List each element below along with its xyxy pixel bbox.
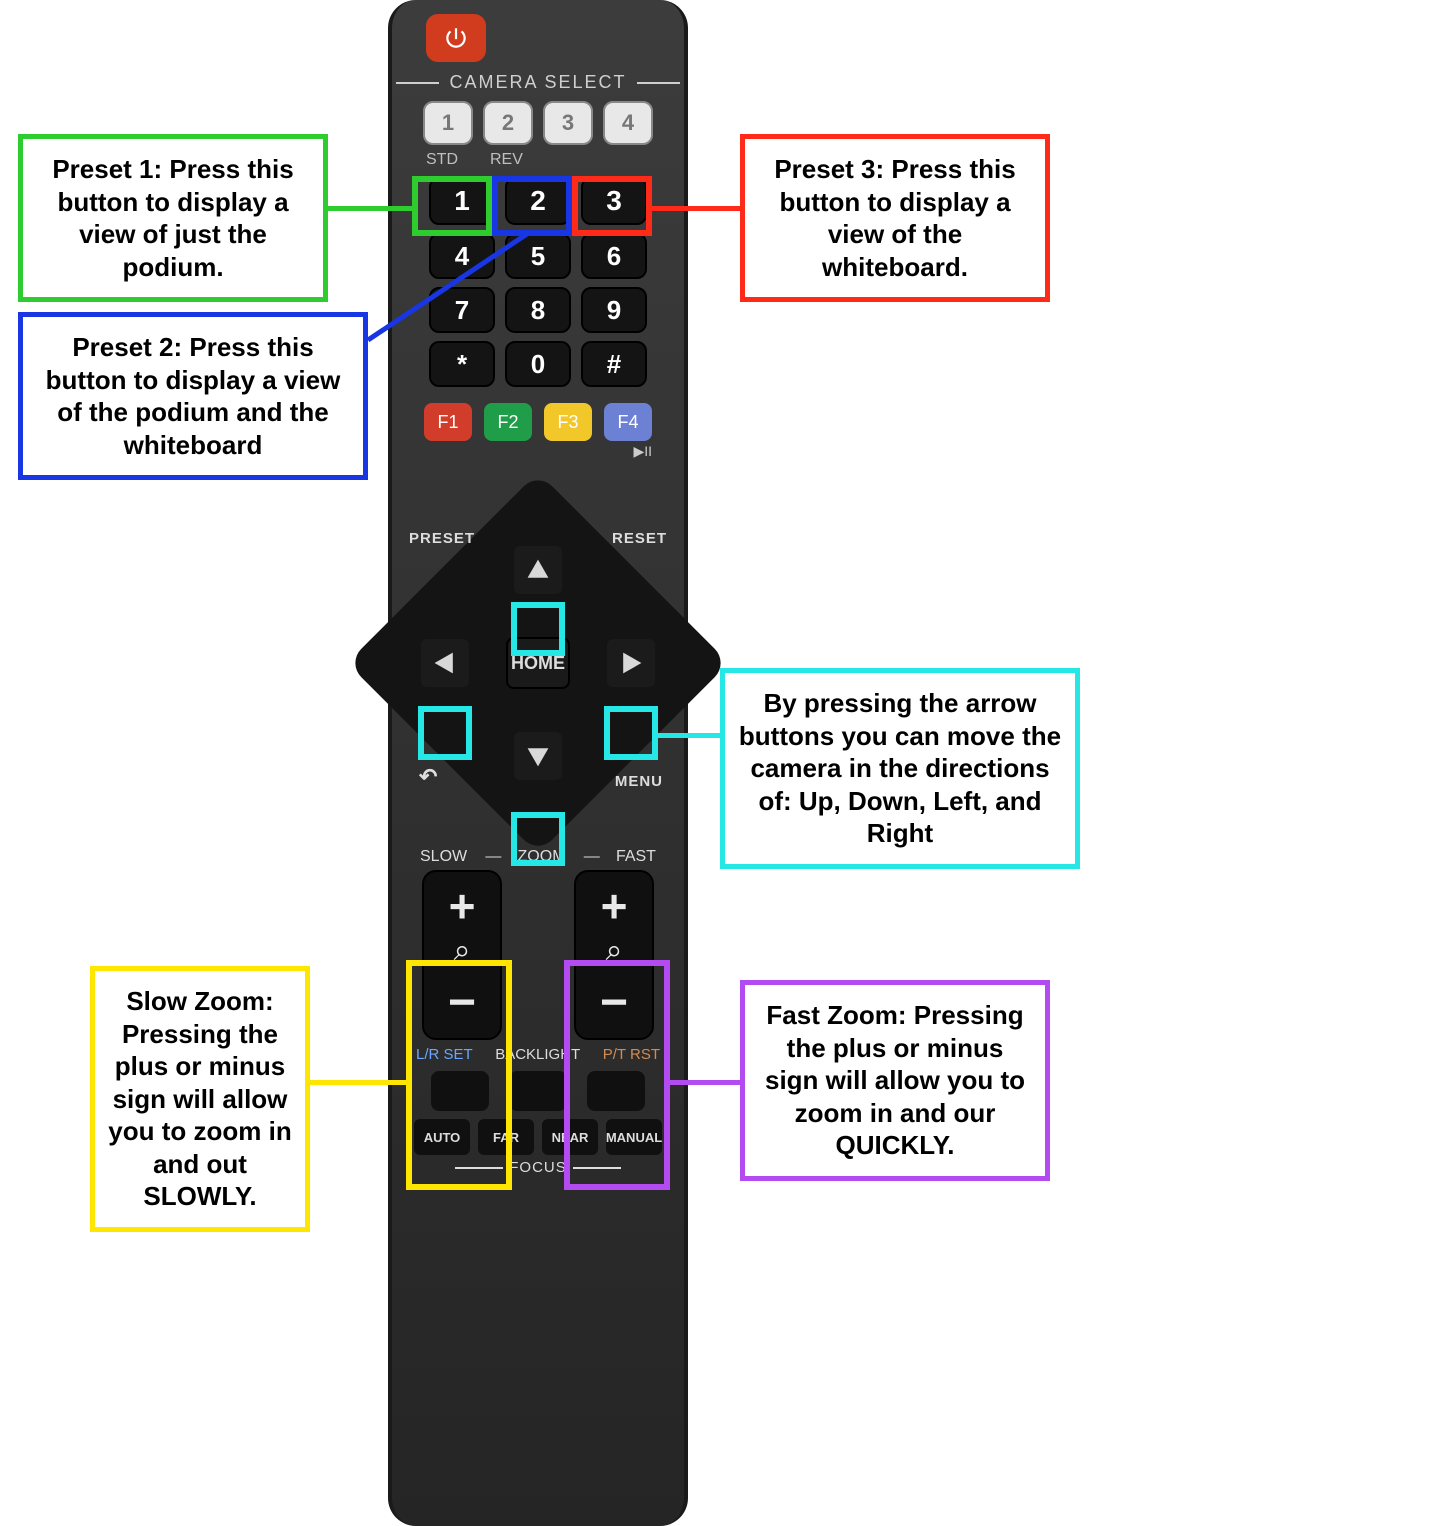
callout-preset3: Preset 3: Press this button to display a…: [740, 134, 1050, 302]
menu-button[interactable]: MENU: [615, 773, 663, 790]
star-button[interactable]: *: [429, 341, 495, 387]
fast-zoom-rocker[interactable]: + ⌕ −: [574, 870, 654, 1040]
magnifier-icon: ⌕: [606, 936, 623, 966]
play-pause-label: ▶II: [392, 443, 684, 460]
num-row-3: 7 8 9: [392, 287, 684, 333]
num-row-1: 1 2 3: [392, 177, 684, 225]
camera-4-button[interactable]: 4: [603, 101, 653, 145]
ptrst-button[interactable]: [587, 1071, 645, 1111]
preset-3-button[interactable]: 3: [581, 177, 647, 225]
f4-button[interactable]: F4: [604, 403, 652, 441]
lrset-button[interactable]: [431, 1071, 489, 1111]
back-button[interactable]: ↶: [419, 764, 438, 790]
slow-label: SLOW: [420, 848, 467, 866]
ptrst-label: P/T RST: [603, 1046, 660, 1063]
backlight-label: BACKLIGHT: [495, 1046, 580, 1063]
callout-fastzoom: Fast Zoom: Pressing the plus or minus si…: [740, 980, 1050, 1181]
slow-zoom-in-icon: +: [449, 890, 476, 922]
preset-1-button[interactable]: 1: [429, 177, 495, 225]
callout-arrows: By pressing the arrow buttons you can mo…: [720, 668, 1080, 869]
num-7-button[interactable]: 7: [429, 287, 495, 333]
num-row-4: * 0 #: [392, 341, 684, 387]
num-9-button[interactable]: 9: [581, 287, 647, 333]
arrow-right-icon: [618, 650, 644, 676]
lrset-label: L/R SET: [416, 1046, 473, 1063]
fast-label: FAST: [616, 848, 656, 866]
num-4-button[interactable]: 4: [429, 233, 495, 279]
std-rev-labels: STD REV: [426, 151, 684, 169]
arrow-left-icon: [432, 650, 458, 676]
camera-2-button[interactable]: 2: [483, 101, 533, 145]
num-5-button[interactable]: 5: [505, 233, 571, 279]
camera-3-button[interactable]: 3: [543, 101, 593, 145]
camera-select-row: 1 2 3 4: [392, 101, 684, 145]
num-6-button[interactable]: 6: [581, 233, 647, 279]
power-icon: [443, 25, 469, 51]
fast-zoom-out-icon: −: [600, 986, 628, 1020]
callout-preset2: Preset 2: Press this button to display a…: [18, 312, 368, 480]
lrset-row: L/R SET BACKLIGHT P/T RST: [392, 1040, 684, 1069]
arrow-up-icon: [525, 557, 551, 583]
magnifier-icon: ⌕: [454, 936, 471, 966]
slow-zoom-out-icon: −: [448, 986, 476, 1020]
arrow-down-icon: [525, 743, 551, 769]
num-8-button[interactable]: 8: [505, 287, 571, 333]
focus-auto-button[interactable]: AUTO: [414, 1119, 470, 1155]
f2-button[interactable]: F2: [484, 403, 532, 441]
camera-select-label: CAMERA SELECT: [392, 72, 684, 93]
callout-slowzoom: Slow Zoom: Pressing the plus or minus si…: [90, 966, 310, 1232]
fast-zoom-in-icon: +: [601, 890, 628, 922]
slow-zoom-rocker[interactable]: + ⌕ −: [422, 870, 502, 1040]
focus-row: AUTO FAR NEAR MANUAL: [392, 1119, 684, 1155]
focus-title: FOCUS: [392, 1159, 684, 1176]
function-row: F1 F2 F3 F4: [392, 403, 684, 441]
num-row-2: 4 5 6: [392, 233, 684, 279]
zoom-section: SLOW — ZOOM — FAST + ⌕ − + ⌕ − L/R SET B…: [392, 848, 684, 1176]
focus-far-button[interactable]: FAR: [478, 1119, 534, 1155]
f1-button[interactable]: F1: [424, 403, 472, 441]
dpad: PRESET RESET ↶ MENU HOME: [403, 528, 673, 798]
f3-button[interactable]: F3: [544, 403, 592, 441]
arrow-left-button[interactable]: [421, 639, 469, 687]
zoom-label: ZOOM: [518, 848, 566, 866]
camera-1-button[interactable]: 1: [423, 101, 473, 145]
arrow-down-button[interactable]: [514, 732, 562, 780]
arrow-up-button[interactable]: [514, 546, 562, 594]
home-button[interactable]: HOME: [506, 637, 570, 689]
bottom-unlabeled-row: [392, 1071, 684, 1111]
callout-preset1: Preset 1: Press this button to display a…: [18, 134, 328, 302]
hash-button[interactable]: #: [581, 341, 647, 387]
std-label: STD: [426, 151, 458, 169]
focus-manual-button[interactable]: MANUAL: [606, 1119, 662, 1155]
preset-label: PRESET: [409, 530, 475, 547]
rev-label: REV: [490, 151, 523, 169]
reset-label: RESET: [612, 530, 667, 547]
remote-control: CAMERA SELECT 1 2 3 4 STD REV 1 2 3 4 5 …: [388, 0, 688, 1526]
power-button[interactable]: [426, 14, 486, 62]
preset-2-button[interactable]: 2: [505, 177, 571, 225]
arrow-right-button[interactable]: [607, 639, 655, 687]
backlight-button[interactable]: [509, 1071, 567, 1111]
focus-near-button[interactable]: NEAR: [542, 1119, 598, 1155]
num-0-button[interactable]: 0: [505, 341, 571, 387]
